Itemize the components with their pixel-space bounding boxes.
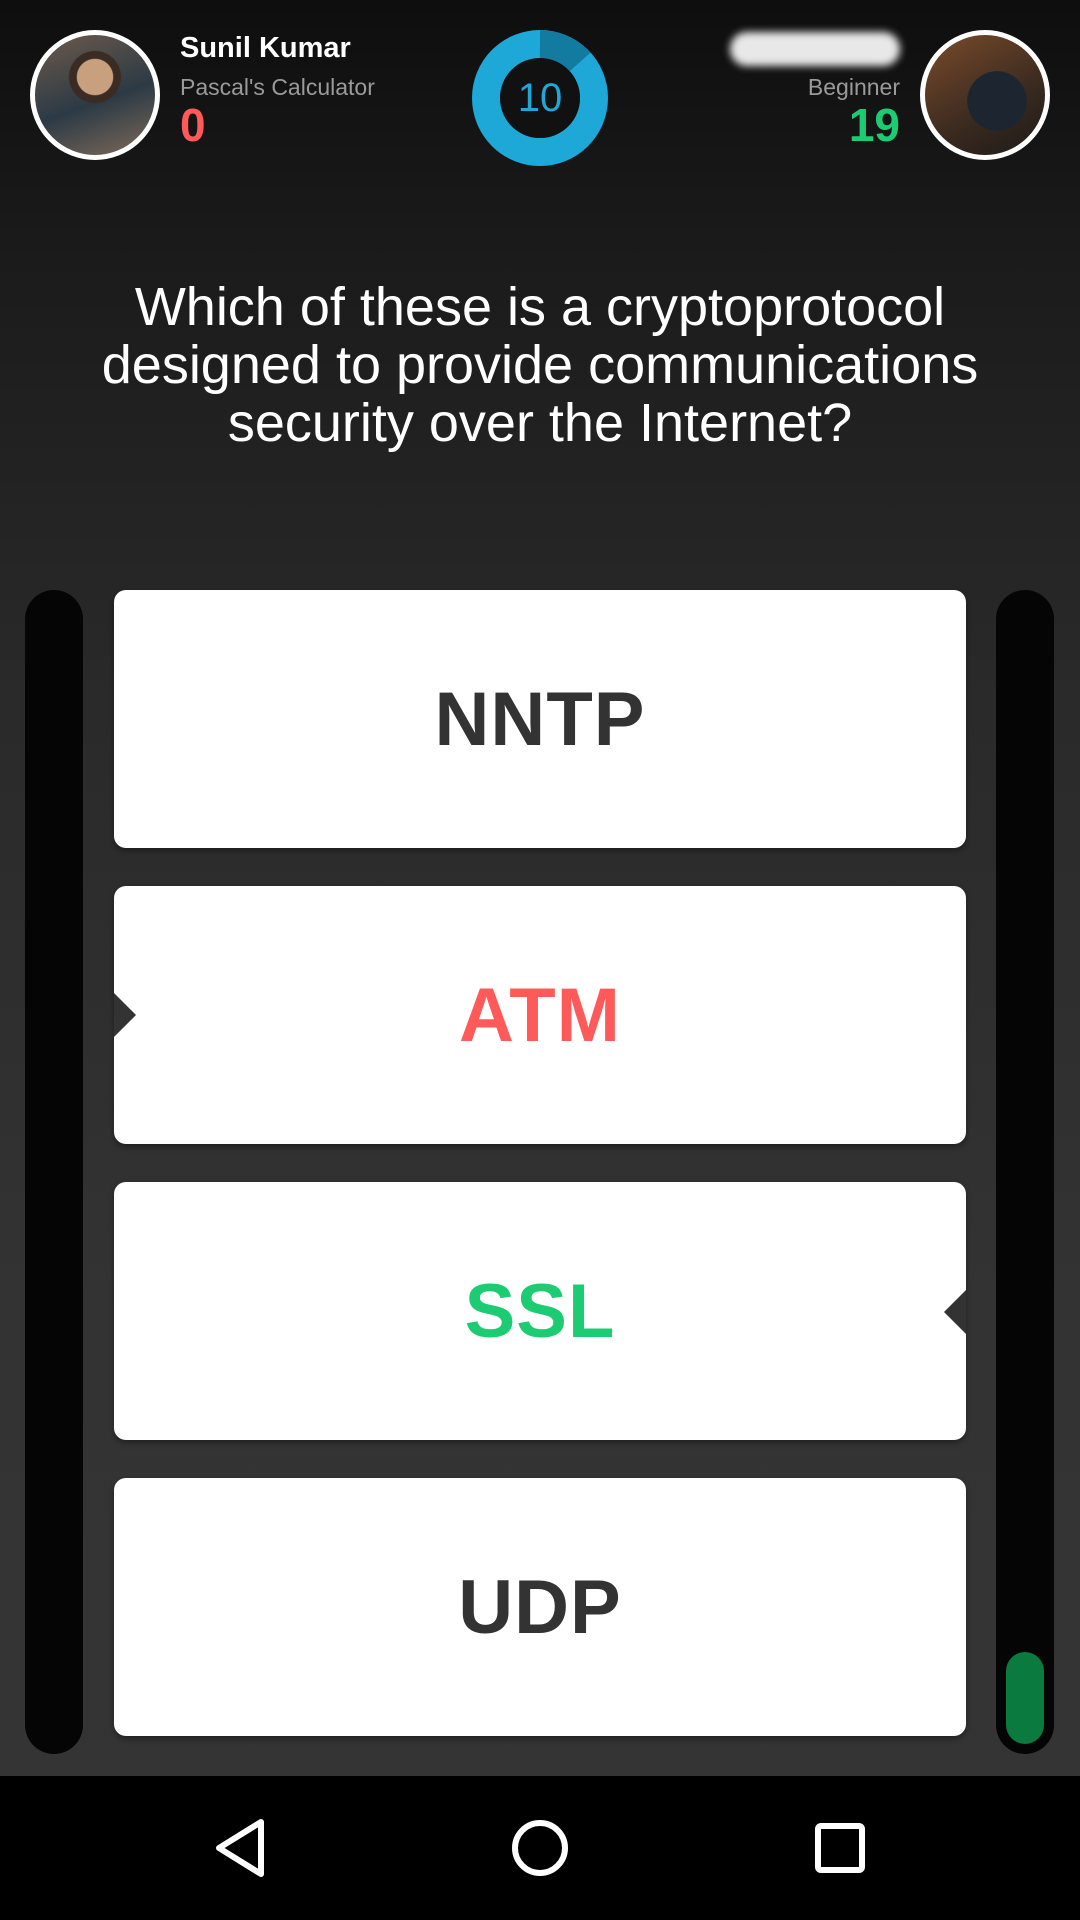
- answer-option-1[interactable]: NNTP: [114, 590, 966, 848]
- player2-choice-marker: [944, 1290, 966, 1334]
- answer-option-2[interactable]: ATM: [114, 886, 966, 1144]
- recents-icon[interactable]: [805, 1816, 875, 1880]
- player1-name: Sunil Kumar: [180, 32, 351, 64]
- player1-title: Pascal's Calculator: [180, 74, 375, 100]
- answer-label: ATM: [459, 972, 621, 1058]
- player2-progress-bar: [996, 590, 1054, 1754]
- player1-choice-marker: [114, 993, 136, 1037]
- question-text: Which of these is a cryptoprotocol desig…: [101, 277, 979, 453]
- player1-score: 0: [180, 99, 206, 151]
- answer-label: UDP: [458, 1564, 622, 1650]
- home-icon[interactable]: [505, 1816, 575, 1880]
- answer-label: NNTP: [434, 676, 646, 762]
- player2-avatar: [920, 30, 1050, 160]
- timer-value: 10: [517, 75, 563, 120]
- player1-avatar: [30, 30, 160, 160]
- answer-label: SSL: [464, 1268, 616, 1354]
- answer-option-3[interactable]: SSL: [114, 1182, 966, 1440]
- player2-title: Beginner: [807, 74, 900, 100]
- back-icon[interactable]: [205, 1816, 275, 1880]
- player1-progress-bar: [25, 590, 83, 1754]
- player2-score: 19: [848, 99, 900, 151]
- player2-progress-fill: [1006, 1652, 1044, 1744]
- answer-option-4[interactable]: UDP: [114, 1478, 966, 1736]
- player2-name-blurred: [730, 32, 900, 66]
